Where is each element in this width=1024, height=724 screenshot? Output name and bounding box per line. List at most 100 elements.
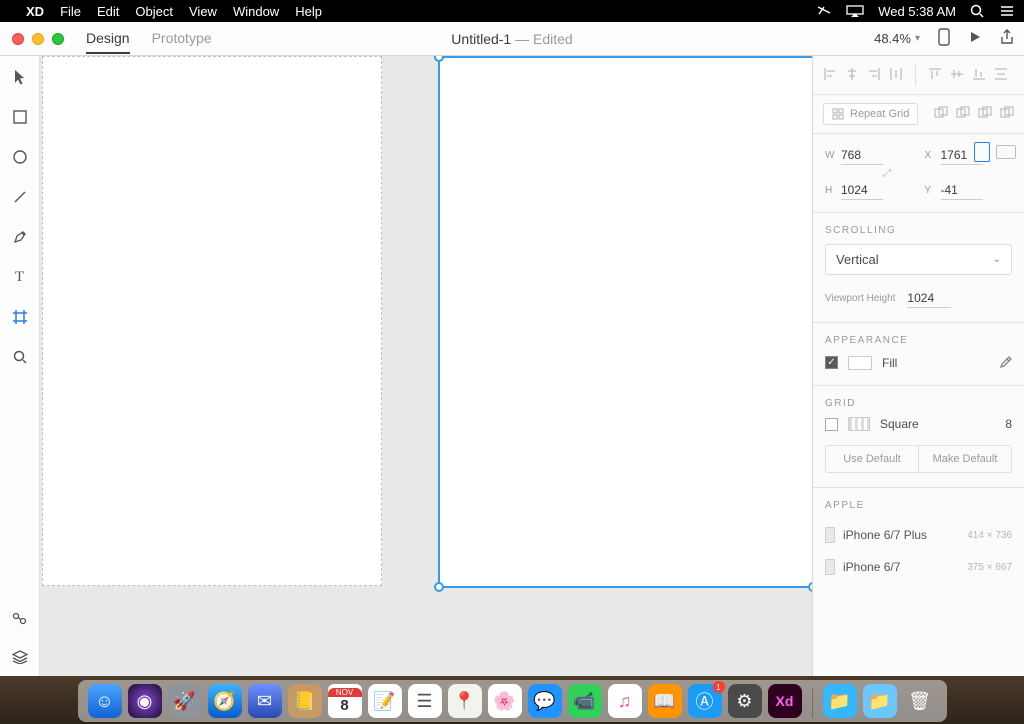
menu-edit[interactable]: Edit [97,4,119,19]
app-name[interactable]: XD [26,4,44,19]
menu-help[interactable]: Help [295,4,322,19]
boolean-subtract-icon[interactable] [956,106,970,123]
dock-messages[interactable]: 💬 [528,684,562,718]
artboard-tool[interactable] [11,308,29,326]
window-close[interactable] [12,33,24,45]
device-preview-icon[interactable] [938,28,950,49]
menu-object[interactable]: Object [135,4,173,19]
align-left-icon[interactable] [823,67,837,84]
resize-handle-bottom-left[interactable] [434,582,444,592]
boolean-intersect-icon[interactable] [978,106,992,123]
window-zoom[interactable] [52,33,64,45]
window-controls [0,33,64,45]
document-title: Untitled-1 — Edited [451,31,572,47]
lock-aspect-icon[interactable]: ⤢ [883,168,891,179]
dock-photos[interactable]: 🌸 [488,684,522,718]
dock: ☺ ◉ 🚀 🧭 ✉ 📒 NOV 8 📝 ☰ 📍 🌸 💬 📹 ♫ 📖 Ⓐ1 ⚙ X… [78,680,947,722]
dock-appstore[interactable]: Ⓐ1 [688,684,722,718]
share-icon[interactable] [1000,29,1014,48]
preset-iphone-plus[interactable]: iPhone 6/7 Plus 414 × 736 [813,519,1024,551]
dock-downloads[interactable]: 📁 [823,684,857,718]
dock-adobe-xd[interactable]: Xd [768,684,802,718]
chevron-down-icon: ▾ [915,33,920,44]
fill-checkbox[interactable]: ✓ [825,356,838,369]
orientation-portrait[interactable] [974,142,990,162]
dock-separator [812,688,813,718]
grid-checkbox[interactable] [825,418,838,431]
menu-file[interactable]: File [60,4,81,19]
appearance-heading: APPEARANCE [813,323,1024,354]
preset-iphone[interactable]: iPhone 6/7 375 × 667 [813,551,1024,583]
fill-color-swatch[interactable] [848,356,872,370]
select-tool[interactable] [11,68,29,86]
resize-handle-top-left[interactable] [434,56,444,62]
make-default-button[interactable]: Make Default [919,446,1011,472]
artboard-selected[interactable] [438,56,812,588]
grid-swatch[interactable] [848,417,870,431]
resize-handle-bottom-right[interactable] [808,582,812,592]
menu-list-icon[interactable] [998,5,1014,17]
assets-icon[interactable] [11,610,29,628]
dock-maps[interactable]: 📍 [448,684,482,718]
height-input[interactable] [841,181,883,200]
boolean-exclude-icon[interactable] [1000,106,1014,123]
dock-siri[interactable]: ◉ [128,684,162,718]
grid-type: Square [880,417,919,431]
doc-name: Untitled-1 [451,31,511,47]
tab-design[interactable]: Design [86,24,130,54]
align-top-icon[interactable] [928,67,942,84]
y-input[interactable] [941,181,983,200]
dock-launchpad[interactable]: 🚀 [168,684,202,718]
orientation-landscape[interactable] [996,145,1016,159]
dock-ibooks[interactable]: 📖 [648,684,682,718]
dock-notes[interactable]: 📝 [368,684,402,718]
airplay-icon[interactable] [846,5,864,17]
distribute-v-icon[interactable] [994,67,1008,84]
macos-menubar: XD File Edit Object View Window Help Wed… [0,0,1024,22]
dock-mail[interactable]: ✉ [248,684,282,718]
menubar-clock[interactable]: Wed 5:38 AM [878,4,956,19]
dock-calendar[interactable]: NOV 8 [328,684,362,718]
distribute-h-icon[interactable] [889,67,903,84]
align-bottom-icon[interactable] [972,67,986,84]
dock-reminders[interactable]: ☰ [408,684,442,718]
ellipse-tool[interactable] [11,148,29,166]
window-minimize[interactable] [32,33,44,45]
scrolling-mode-select[interactable]: Vertical ⌄ [825,244,1012,275]
spotlight-icon[interactable] [970,4,984,18]
dock-trash[interactable]: 🗑 [903,684,937,718]
width-input[interactable] [841,146,883,165]
align-center-h-icon[interactable] [845,67,859,84]
dock-itunes[interactable]: ♫ [608,684,642,718]
zoom-control[interactable]: 48.4% ▾ [874,31,920,46]
artboard-unselected[interactable] [42,56,382,586]
canvas[interactable] [40,56,812,676]
play-preview-icon[interactable] [968,30,982,47]
dock-facetime[interactable]: 📹 [568,684,602,718]
grid-size: 8 [1005,417,1012,431]
dock-finder[interactable]: ☺ [88,684,122,718]
menu-window[interactable]: Window [233,4,279,19]
repeat-grid-button[interactable]: Repeat Grid [823,103,918,125]
tab-prototype[interactable]: Prototype [152,24,212,54]
dock-preferences[interactable]: ⚙ [728,684,762,718]
zoom-tool[interactable] [11,348,29,366]
chevron-down-icon: ⌄ [993,254,1001,265]
dock-contacts[interactable]: 📒 [288,684,322,718]
grid-heading: GRID [813,386,1024,417]
layers-icon[interactable] [11,648,29,666]
screen-share-icon[interactable] [816,5,832,17]
align-right-icon[interactable] [867,67,881,84]
boolean-add-icon[interactable] [934,106,948,123]
menu-view[interactable]: View [189,4,217,19]
use-default-button[interactable]: Use Default [826,446,919,472]
text-tool[interactable]: T [11,268,29,286]
rectangle-tool[interactable] [11,108,29,126]
eyedropper-icon[interactable] [998,354,1012,371]
pen-tool[interactable] [11,228,29,246]
viewport-height-input[interactable] [907,289,951,308]
dock-safari[interactable]: 🧭 [208,684,242,718]
align-center-v-icon[interactable] [950,67,964,84]
dock-folder[interactable]: 📁 [863,684,897,718]
line-tool[interactable] [11,188,29,206]
